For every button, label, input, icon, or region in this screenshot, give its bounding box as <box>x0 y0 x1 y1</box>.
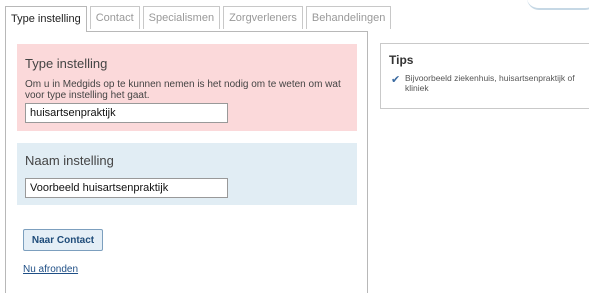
tab-behandelingen[interactable]: Behandelingen <box>305 6 392 29</box>
tips-box: Tips ✔ Bijvoorbeeld ziekenhuis, huisarts… <box>380 43 589 109</box>
naam-instelling-input[interactable] <box>25 178 228 198</box>
section-title: Type instelling <box>25 56 108 71</box>
form-panel: Type instelling Om u in Medgids op te ku… <box>5 31 368 293</box>
tab-contact[interactable]: Contact <box>89 6 140 29</box>
decorative-arc <box>527 0 589 10</box>
tip-item: Bijvoorbeeld ziekenhuis, huisartsenprakt… <box>405 73 575 93</box>
naar-contact-button[interactable]: Naar Contact <box>23 229 103 251</box>
tab-specialismen[interactable]: Specialismen <box>142 6 221 29</box>
section-title: Naam instelling <box>25 153 114 168</box>
tab-bar: Type instelling Contact Specialismen Zor… <box>5 6 394 32</box>
section-help-text: Om u in Medgids op te kunnen nemen is he… <box>25 79 341 101</box>
type-instelling-section: Type instelling Om u in Medgids op te ku… <box>17 44 357 131</box>
nu-afronden-link[interactable]: Nu afronden <box>23 264 78 275</box>
tab-zorgverleners[interactable]: Zorgverleners <box>223 6 303 29</box>
naam-instelling-section: Naam instelling <box>17 143 357 205</box>
type-instelling-input[interactable] <box>25 103 228 123</box>
tab-type-instelling[interactable]: Type instelling <box>5 6 87 32</box>
checkmark-icon: ✔ <box>391 74 401 86</box>
tips-title: Tips <box>389 53 414 67</box>
